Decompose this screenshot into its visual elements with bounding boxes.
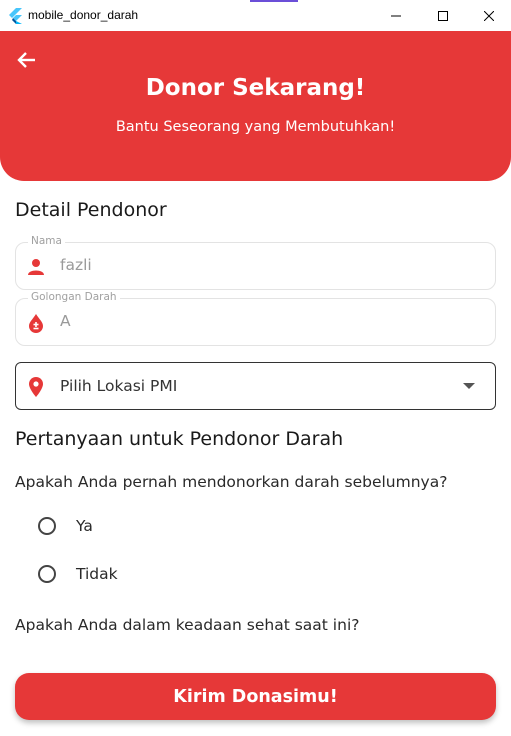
arrow-left-icon [17, 52, 35, 68]
question-health: Apakah Anda dalam keadaan sehat saat ini… [15, 616, 360, 634]
location-dropdown[interactable]: Pilih Lokasi PMI [15, 362, 496, 410]
chevron-down-icon [463, 383, 475, 389]
location-pin-icon [29, 377, 43, 397]
page-header: Donor Sekarang! Bantu Seseorang yang Mem… [0, 31, 511, 181]
titlebar-accent [250, 0, 298, 2]
blood-type-field[interactable]: Golongan Darah A [15, 291, 496, 346]
page-title: Donor Sekarang! [145, 75, 366, 101]
page-subtitle: Bantu Seseorang yang Membutuhkan! [115, 119, 396, 135]
window-titlebar: mobile_donor_darah [0, 0, 511, 31]
blood-drop-icon [29, 314, 43, 333]
question-previous-donation: Apakah Anda pernah mendonorkan darah seb… [15, 473, 448, 491]
window-title: mobile_donor_darah [28, 8, 139, 22]
minimize-button[interactable] [373, 0, 419, 31]
radio-button[interactable] [38, 517, 56, 535]
close-icon [484, 10, 494, 21]
name-field[interactable]: Nama fazli [15, 235, 496, 290]
radio-button[interactable] [38, 565, 56, 583]
close-button[interactable] [466, 0, 511, 31]
maximize-button[interactable] [420, 0, 466, 31]
flutter-icon [9, 8, 22, 24]
name-field-label: Nama [28, 235, 65, 247]
maximize-icon [438, 10, 448, 21]
name-value: fazli [60, 256, 92, 274]
radio-option-tidak[interactable]: Tidak [30, 559, 118, 589]
radio-label-tidak: Tidak [76, 565, 118, 583]
minimize-icon [391, 15, 401, 16]
submit-donation-button[interactable]: Kirim Donasimu! [15, 673, 496, 720]
radio-option-ya[interactable]: Ya [30, 511, 93, 541]
location-value: Pilih Lokasi PMI [60, 377, 178, 395]
questions-title: Pertanyaan untuk Pendonor Darah [15, 428, 344, 450]
radio-label-ya: Ya [76, 517, 93, 535]
person-icon [28, 259, 44, 275]
blood-type-label: Golongan Darah [28, 291, 120, 303]
blood-type-value: A [60, 312, 71, 330]
donor-details-title: Detail Pendonor [15, 199, 167, 221]
back-button[interactable] [14, 47, 40, 73]
